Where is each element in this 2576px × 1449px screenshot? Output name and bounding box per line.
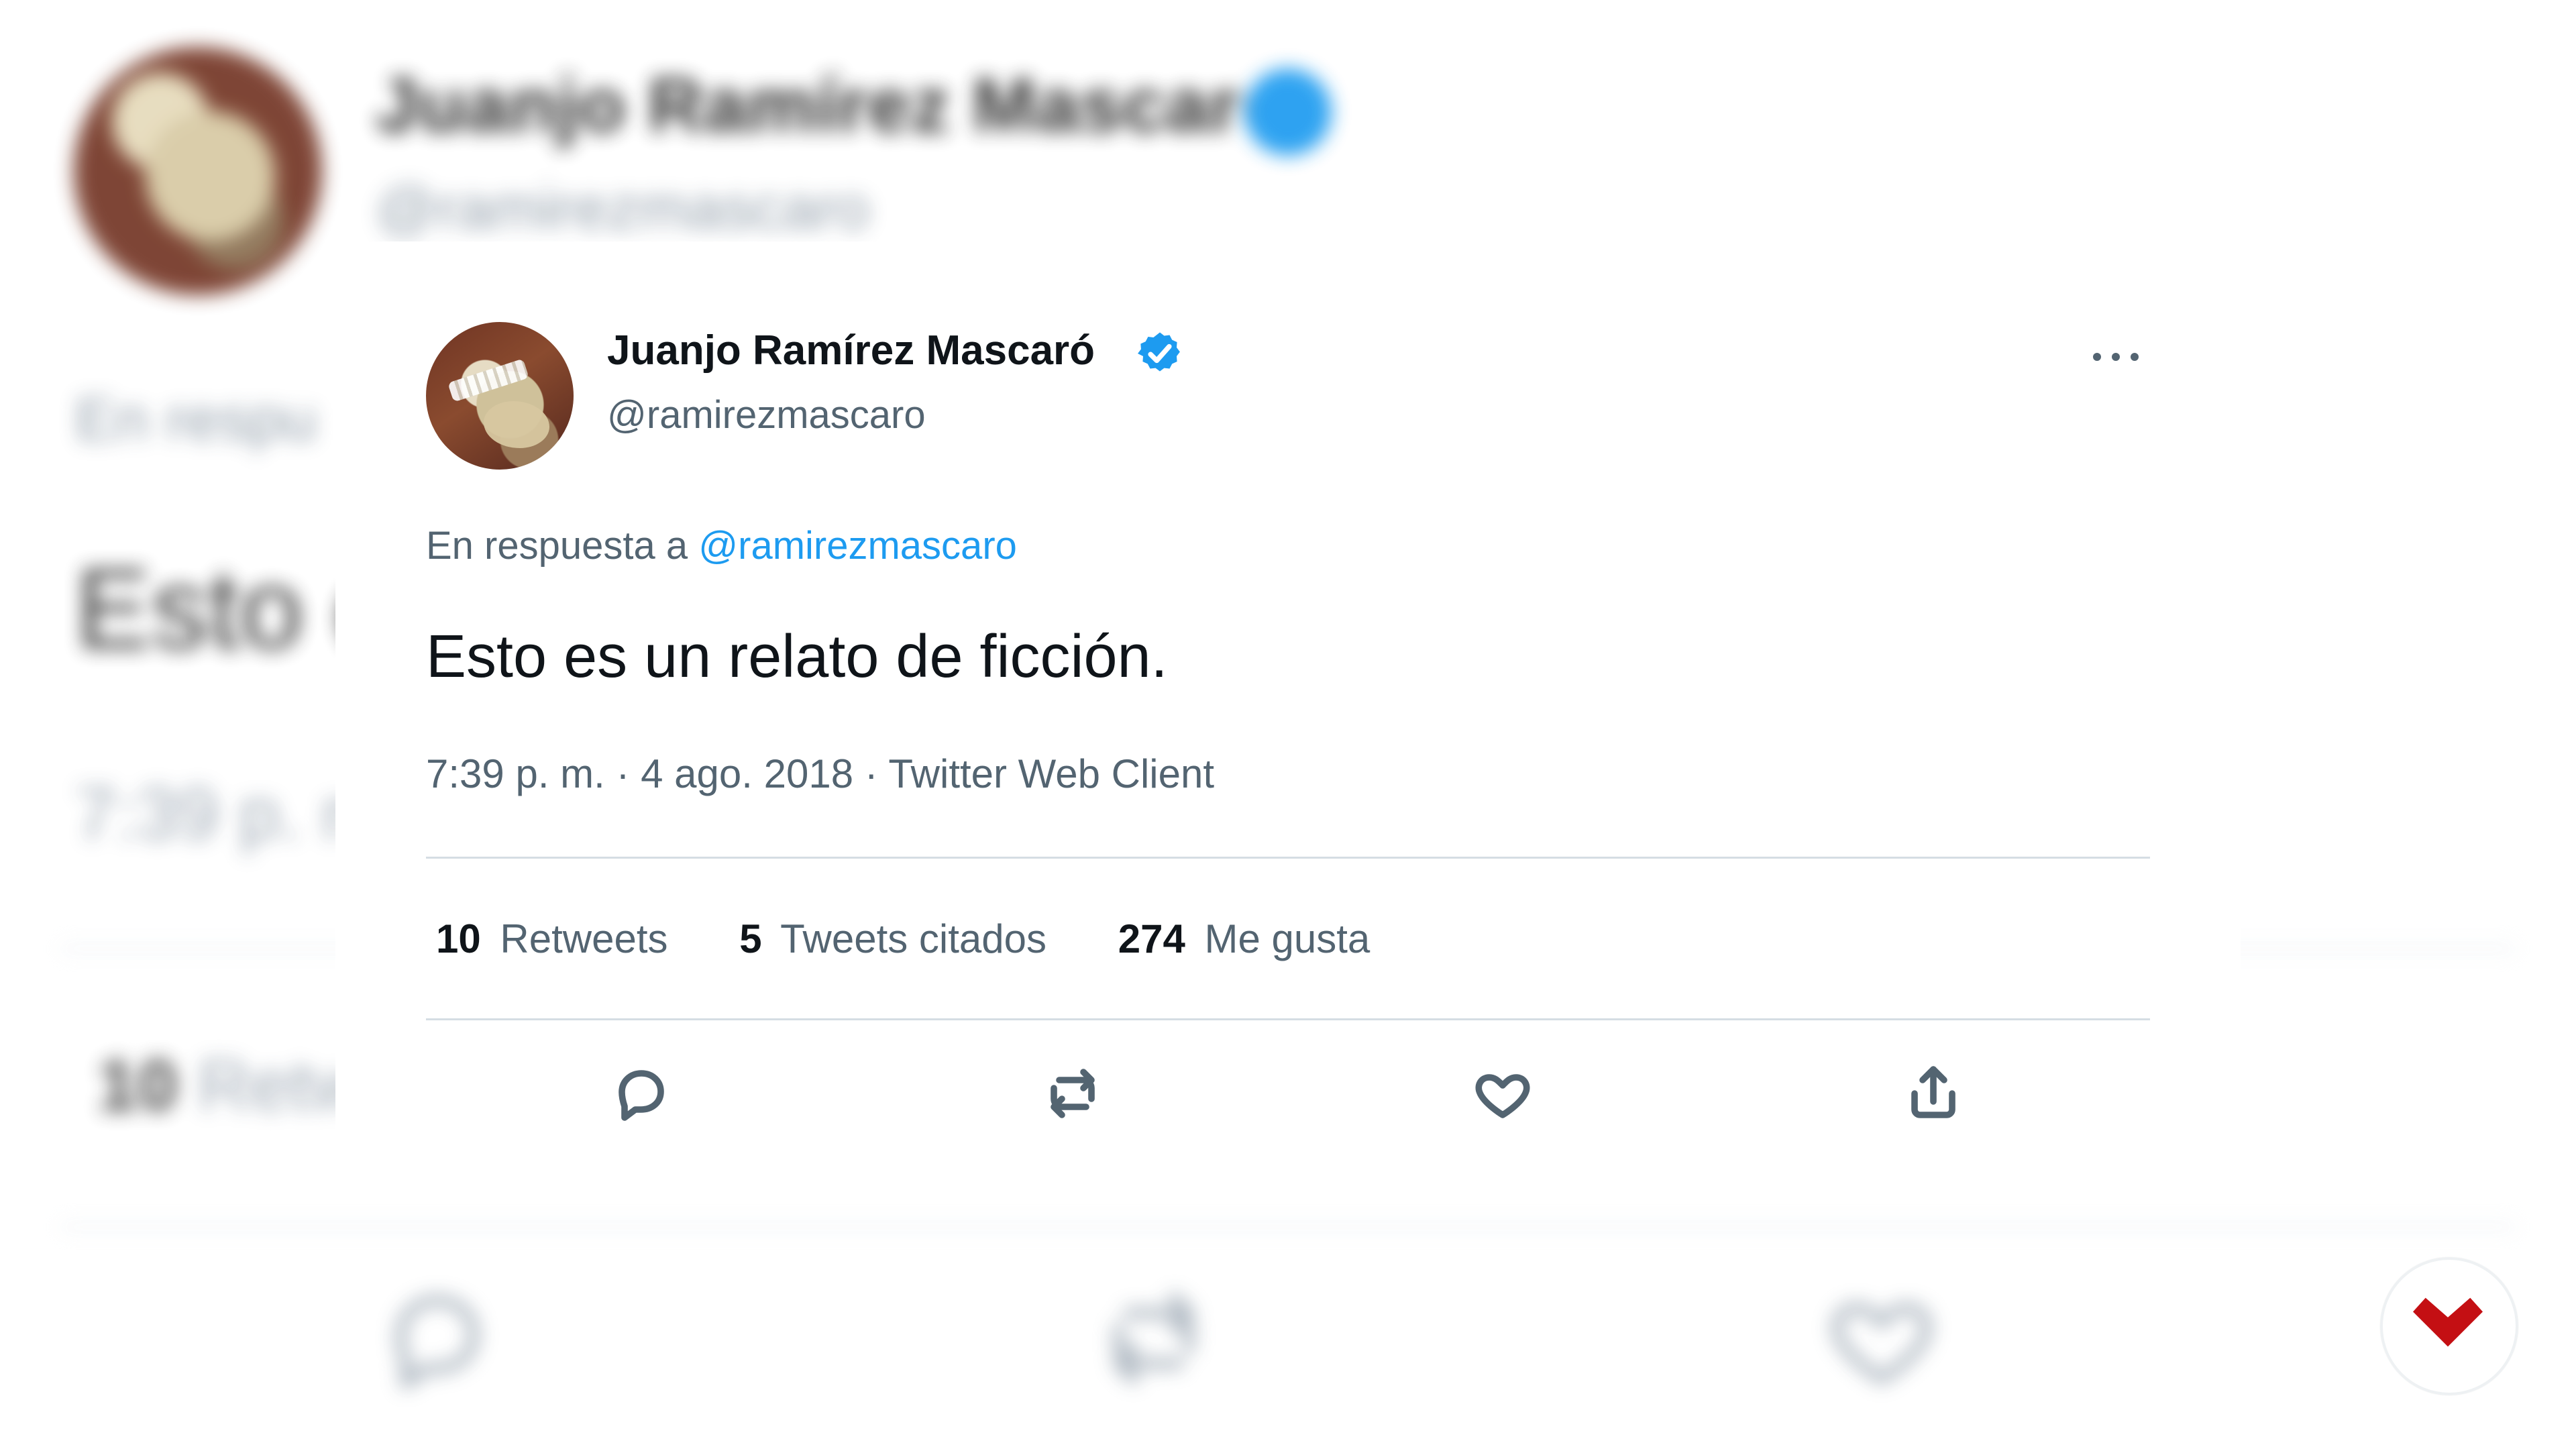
- retweet-icon: [1051, 1069, 1095, 1118]
- more-options-icon[interactable]: [2089, 346, 2143, 366]
- author-avatar[interactable]: [426, 322, 574, 470]
- like-button[interactable]: [1466, 1057, 1540, 1130]
- quote-tweets-stat[interactable]: 5 Tweets citados: [739, 919, 1046, 959]
- stats-divider-top: [426, 857, 2150, 859]
- dot-icon: [2112, 353, 2120, 361]
- background-reply-text: En respu: [75, 386, 317, 453]
- likes-label: Me gusta: [1204, 916, 1371, 961]
- background-handle: @ramirezmascaro: [376, 175, 870, 242]
- background-stats-count: 10: [97, 1044, 178, 1126]
- quote-tweets-label: Tweets citados: [780, 916, 1047, 961]
- share-button[interactable]: [1896, 1057, 1970, 1130]
- dot-icon: [2093, 353, 2101, 361]
- likes-count: 274: [1118, 916, 1185, 961]
- tweet-metadata[interactable]: 7:39 p. m. · 4 ago. 2018 · Twitter Web C…: [426, 754, 1214, 794]
- tweet-stats: 10 Retweets 5 Tweets citados 274 Me gust…: [436, 919, 1430, 959]
- reply-button[interactable]: [604, 1057, 678, 1130]
- reply-context: En respuesta a @ramirezmascaro: [426, 527, 1017, 566]
- dot-icon: [2131, 353, 2139, 361]
- retweet-button[interactable]: [1036, 1057, 1110, 1130]
- tweet-card: Juanjo Ramírez Mascaró @ramirezmascaro E…: [335, 241, 2241, 1140]
- reply-mention-link[interactable]: @ramirezmascaro: [698, 524, 1017, 568]
- retweets-label: Retweets: [500, 916, 668, 961]
- retweets-count: 10: [436, 916, 481, 961]
- author-name[interactable]: Juanjo Ramírez Mascaró: [607, 330, 1095, 372]
- background-heart-icon: [1821, 1278, 1942, 1399]
- background-retweet-icon: [1093, 1278, 1214, 1399]
- background-stats: 10 Retw: [97, 1043, 363, 1127]
- stats-divider-bottom: [426, 1018, 2150, 1020]
- share-icon: [1911, 1066, 1955, 1118]
- reply-prefix: En respuesta a: [426, 524, 688, 568]
- brand-logo-icon: [2413, 1297, 2483, 1347]
- heart-icon: [1475, 1074, 1530, 1118]
- background-avatar: [74, 47, 322, 295]
- screenshot-canvas: Juanjo Ramírez Mascaró @ramirezmascaro E…: [0, 0, 2576, 1449]
- verified-badge-icon: [1135, 329, 1185, 378]
- tweet-text: Esto es un relato de ficción.: [426, 623, 1168, 690]
- reply-icon: [619, 1070, 664, 1121]
- background-name: Juanjo Ramírez Mascaró: [376, 63, 1287, 148]
- likes-stat[interactable]: 274 Me gusta: [1118, 919, 1371, 959]
- author-handle[interactable]: @ramirezmascaro: [607, 396, 926, 435]
- retweets-stat[interactable]: 10 Retweets: [436, 919, 668, 959]
- background-verified-icon: [1244, 68, 1332, 156]
- brand-logo-button[interactable]: [2380, 1257, 2518, 1395]
- background-divider: [60, 1224, 2516, 1230]
- quote-tweets-count: 5: [739, 916, 762, 961]
- background-reply-icon: [376, 1278, 496, 1399]
